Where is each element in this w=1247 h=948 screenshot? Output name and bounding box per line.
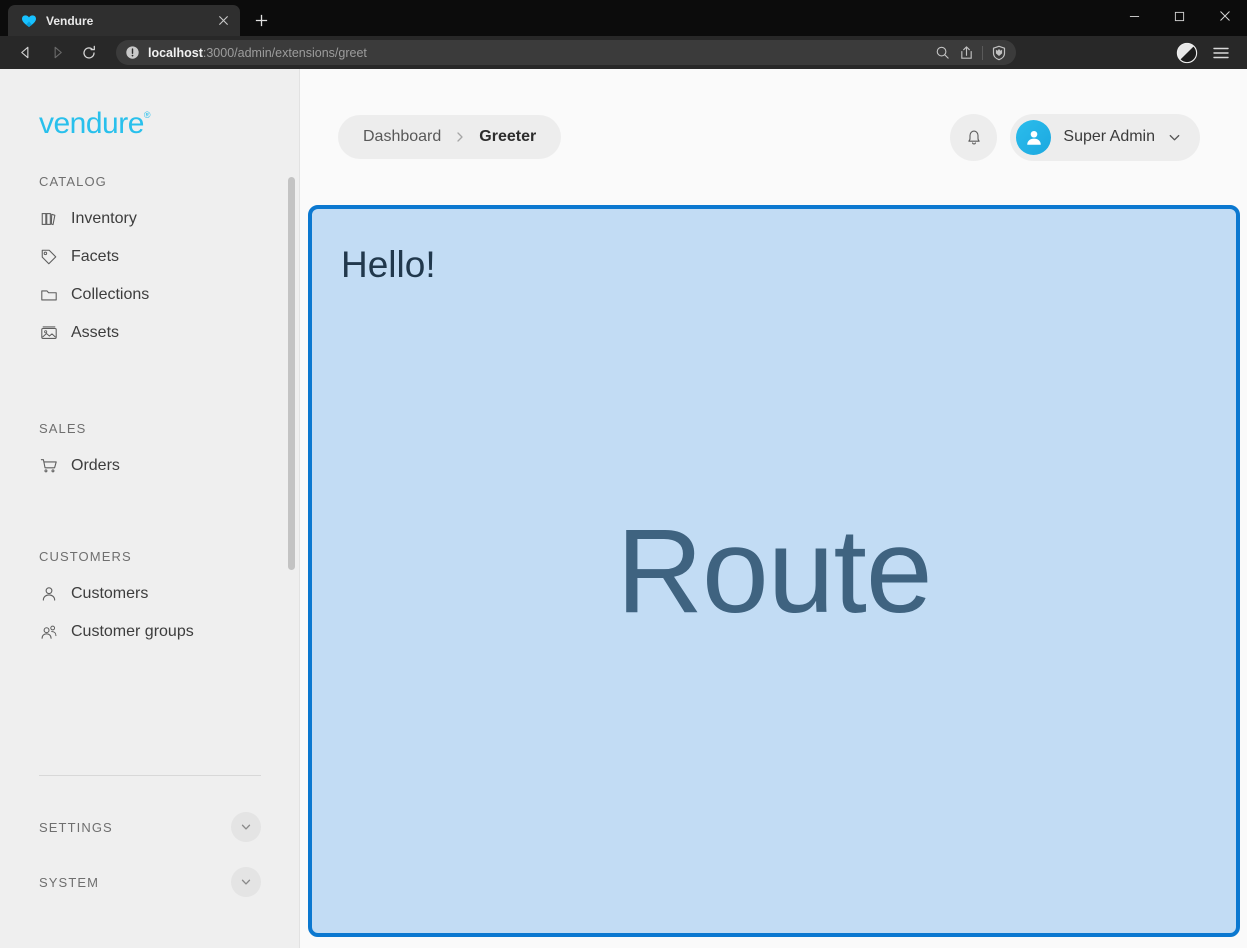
sidebar-item-label: Facets <box>71 248 120 265</box>
address-bar[interactable]: localhost:3000/admin/extensions/greet <box>116 40 1016 65</box>
tab-strip: Vendure <box>0 0 276 36</box>
user-icon <box>39 585 58 604</box>
user-name: Super Admin <box>1063 128 1155 145</box>
reload-icon[interactable] <box>74 39 104 66</box>
sidebar-section-settings-label: SETTINGS <box>39 819 113 835</box>
sidebar-item-facets[interactable]: Facets <box>0 238 299 276</box>
chevron-down-icon[interactable] <box>231 812 261 842</box>
sidebar-item-label: Collections <box>71 286 150 303</box>
sidebar-item-orders[interactable]: Orders <box>0 447 299 485</box>
toolbar-right-actions <box>1175 41 1237 65</box>
breadcrumb-dashboard-link[interactable]: Dashboard <box>363 128 441 146</box>
page-topbar: Dashboard Greeter Super Admin <box>301 69 1247 205</box>
route-placeholder-label: Route <box>616 504 932 638</box>
logo-wordmark: vendure <box>39 107 144 140</box>
sidebar-divider <box>39 775 261 776</box>
sidebar-item-inventory[interactable]: Inventory <box>0 200 299 238</box>
page-viewport: vendure ® CATALOG Inventory Facets Colle… <box>0 69 1247 948</box>
omnibox-divider <box>982 45 983 60</box>
chevron-down-icon[interactable] <box>231 867 261 897</box>
sidebar-section-system[interactable]: SYSTEM <box>0 864 299 900</box>
chevron-right-icon <box>454 131 466 143</box>
chevron-down-icon[interactable] <box>1167 130 1182 145</box>
info-circle-icon[interactable] <box>125 45 140 60</box>
close-icon[interactable] <box>214 12 232 30</box>
sidebar-section-settings[interactable]: SETTINGS <box>0 809 299 845</box>
cart-icon <box>39 457 58 476</box>
plus-icon[interactable] <box>246 5 276 35</box>
window-controls <box>1112 0 1247 32</box>
tab-title: Vendure <box>46 13 94 28</box>
brave-shield-icon[interactable] <box>990 44 1007 61</box>
sidebar-item-assets[interactable]: Assets <box>0 314 299 352</box>
nav-section-customers-title: CUSTOMERS <box>39 549 132 564</box>
omnibox-actions <box>934 44 1007 61</box>
sidebar-item-label: Customers <box>71 585 149 602</box>
registered-trademark-icon: ® <box>143 110 151 120</box>
share-icon[interactable] <box>958 44 975 61</box>
minimize-icon[interactable] <box>1112 0 1157 32</box>
hamburger-menu-icon[interactable] <box>1209 41 1233 65</box>
browser-tab-vendure[interactable]: Vendure <box>8 5 240 36</box>
sidebar-item-label: Orders <box>71 457 120 474</box>
url-path: :3000/admin/extensions/greet <box>202 45 367 60</box>
url-host: localhost <box>148 45 203 60</box>
vendure-heart-icon <box>20 12 37 29</box>
browser-toolbar: localhost:3000/admin/extensions/greet <box>0 36 1247 69</box>
user-avatar-icon <box>1016 119 1052 155</box>
url-text: localhost:3000/admin/extensions/greet <box>148 46 926 60</box>
forward-arrow-icon[interactable] <box>42 39 72 66</box>
sidebar-nav: CATALOG Inventory Facets Collections Ass… <box>0 174 299 854</box>
sidebar-section-system-label: SYSTEM <box>39 874 100 890</box>
breadcrumb: Dashboard Greeter <box>338 115 562 159</box>
users-group-icon <box>39 623 58 642</box>
sidebar-item-label: Assets <box>71 324 120 341</box>
sidebar-item-label: Customer groups <box>71 623 194 640</box>
breadcrumb-current: Greeter <box>479 128 537 145</box>
nav-section-sales-title: SALES <box>39 421 87 436</box>
main-content-area: Dashboard Greeter Super Admin Route Hell… <box>301 69 1247 948</box>
sidebar-scrollbar[interactable] <box>288 177 295 570</box>
tag-icon <box>39 248 58 267</box>
folder-icon <box>39 286 58 305</box>
sidebar-item-customer-groups[interactable]: Customer groups <box>0 613 299 651</box>
vendure-logo[interactable]: vendure ® <box>39 109 151 139</box>
browser-window: Vendure localhost:3000/admin/extensions/… <box>0 0 1247 948</box>
user-menu[interactable]: Super Admin <box>1010 113 1200 161</box>
sidebar-item-collections[interactable]: Collections <box>0 276 299 314</box>
bell-icon[interactable] <box>950 113 998 161</box>
window-close-icon[interactable] <box>1202 0 1247 32</box>
admin-sidebar: vendure ® CATALOG Inventory Facets Colle… <box>0 69 300 948</box>
maximize-icon[interactable] <box>1157 0 1202 32</box>
search-icon[interactable] <box>934 44 951 61</box>
image-icon <box>39 324 58 343</box>
sidebar-item-customers[interactable]: Customers <box>0 575 299 613</box>
back-arrow-icon[interactable] <box>10 39 40 66</box>
nav-section-catalog-title: CATALOG <box>39 174 107 189</box>
inventory-icon <box>39 210 58 229</box>
page-heading: Hello! <box>341 244 436 285</box>
sidebar-item-label: Inventory <box>71 210 137 227</box>
brave-rewards-icon[interactable] <box>1175 41 1199 65</box>
topbar-actions: Super Admin <box>950 113 1200 161</box>
browser-titlebar: Vendure <box>0 0 1247 36</box>
extension-route-panel: Route Hello! <box>308 205 1240 937</box>
